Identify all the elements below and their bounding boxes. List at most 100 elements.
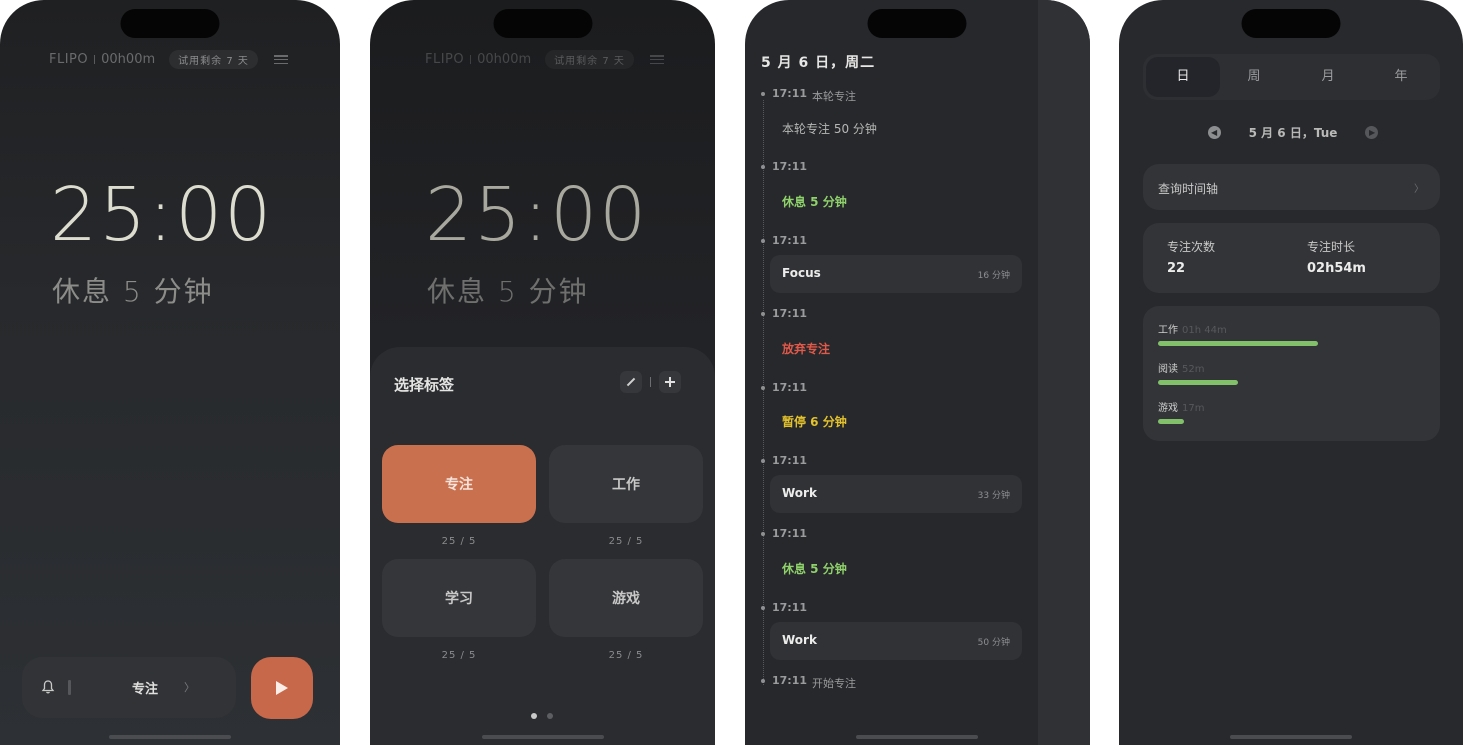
brand-separator [94,55,96,64]
tag-card-focus[interactable]: 专注 [382,445,536,523]
timeline-dot [761,239,765,243]
countdown-timer: 25:00 [425,172,649,258]
chevron-right-icon: ▶ [1368,128,1376,137]
session-duration: 33 分钟 [977,491,1010,501]
current-date: 5 月 6 日，Tue [1248,126,1338,140]
session-card[interactable]: Focus 16 分钟 [770,255,1022,293]
timeline-line [763,100,764,685]
category-label: 阅读 52m [1158,360,1204,375]
chevron-right-icon: 〉 [1414,184,1424,195]
mode-label: 休息 5 分钟 [52,275,214,308]
elapsed-time: 00h00m [101,52,156,67]
session-name: Focus [782,266,821,280]
tag-card-sub: 25 / 5 [608,650,644,661]
brand-separator [470,55,472,64]
event-time: 17:11 [772,381,808,394]
category-bar [1158,419,1184,424]
session-card[interactable]: Work 50 分钟 [770,622,1022,660]
menu-icon[interactable] [649,55,664,64]
dynamic-island [1241,9,1341,38]
event-text: 休息 5 分钟 [782,195,847,209]
event-text: 暂停 6 分钟 [782,415,847,429]
event-time: 17:11 [772,87,808,100]
tag-card-sub: 25 / 5 [608,536,644,547]
play-icon [276,681,288,695]
home-indicator [1230,735,1352,739]
home-indicator [109,735,231,739]
phone-tag-select-screen: FLIPO 00h00m 试用剩余 7 天 25:00 休息 5 分钟 选择标签… [370,0,715,745]
next-day-button[interactable]: ▶ [1364,126,1378,139]
segment-week[interactable]: 周 [1217,54,1291,100]
event-time: 17:11 [772,601,808,614]
session-name: Work [782,486,817,500]
category-value: 17m [1182,403,1205,414]
sheet-tools [620,371,681,393]
event-text: 本轮专注 50 分钟 [782,122,877,136]
bell-icon[interactable] [40,679,56,695]
event-time: 17:11 [772,307,808,320]
event-note: 本轮专注 [812,90,856,103]
timeline-dot [761,532,765,536]
pencil-icon [626,377,636,387]
category-name: 游戏 [1158,403,1178,414]
event-time: 17:11 [772,454,808,467]
tag-card-study[interactable]: 学习 [382,559,536,637]
session-duration: 16 分钟 [977,271,1010,281]
query-timeline-row[interactable]: 查询时间轴 〉 [1143,164,1440,210]
tag-selector-pill[interactable]: 专注 〉 [22,657,236,718]
trial-badge[interactable]: 试用剩余 7 天 [169,50,258,69]
category-bar [1158,341,1318,346]
trial-badge[interactable]: 试用剩余 7 天 [545,50,634,69]
countdown-timer: 25:00 [50,172,274,258]
dynamic-island [493,9,592,38]
edit-button[interactable] [620,371,642,393]
page-dot[interactable] [547,713,553,719]
category-breakdown-card: 工作 01h 44m 阅读 52m 游戏 17m [1143,306,1440,441]
event-note: 开始专注 [812,677,856,690]
page-dot-active[interactable] [531,713,537,719]
tag-card-sub: 25 / 5 [441,650,477,661]
timeline-dot [761,606,765,610]
event-time: 17:11 [772,527,808,540]
segment-month[interactable]: 月 [1291,54,1365,100]
category-bar [1158,380,1238,385]
elapsed-time: 00h00m [477,52,532,67]
dynamic-island [867,9,967,38]
tool-separator [650,377,651,387]
focus-count-label: 专注次数 [1167,240,1216,254]
summary-card: 专注次数 22 专注时长 02h54m [1143,223,1440,293]
date-navigator: ◀ 5 月 6 日，Tue ▶ [1208,124,1378,141]
menu-icon[interactable] [273,55,288,64]
session-name: Work [782,633,817,647]
event-time: 17:11 [772,674,808,687]
segment-day[interactable]: 日 [1146,57,1220,97]
event-time: 17:11 [772,160,808,173]
brand-name: FLIPO [425,52,465,67]
timeline-dot [761,679,765,683]
category-name: 阅读 [1158,364,1178,375]
side-panel-edge [1038,0,1090,745]
query-timeline-label: 查询时间轴 [1158,182,1219,196]
period-segmented-control: 日 周 月 年 [1143,54,1440,100]
category-label: 工作 01h 44m [1158,321,1227,336]
timeline-dot [761,459,765,463]
focus-duration-label: 专注时长 [1307,240,1356,254]
add-tag-button[interactable] [659,371,681,393]
chevron-right-icon: 〉 [184,681,195,694]
event-text: 休息 5 分钟 [782,562,847,576]
home-indicator [481,735,604,739]
focus-count-value: 22 [1167,261,1186,276]
category-name: 工作 [1158,325,1178,336]
tag-card-game[interactable]: 游戏 [549,559,703,637]
session-card[interactable]: Work 33 分钟 [770,475,1022,513]
tag-card-work[interactable]: 工作 [549,445,703,523]
current-tag-label[interactable]: 专注 [132,678,158,697]
home-indicator [856,735,978,739]
event-time: 17:11 [772,234,808,247]
prev-day-button[interactable]: ◀ [1208,126,1221,139]
chevron-left-icon: ◀ [1211,128,1218,137]
timeline-dot [761,92,765,96]
play-button[interactable] [251,657,313,719]
segment-year[interactable]: 年 [1364,54,1438,100]
top-bar: FLIPO 00h00m 试用剩余 7 天 [49,50,288,69]
